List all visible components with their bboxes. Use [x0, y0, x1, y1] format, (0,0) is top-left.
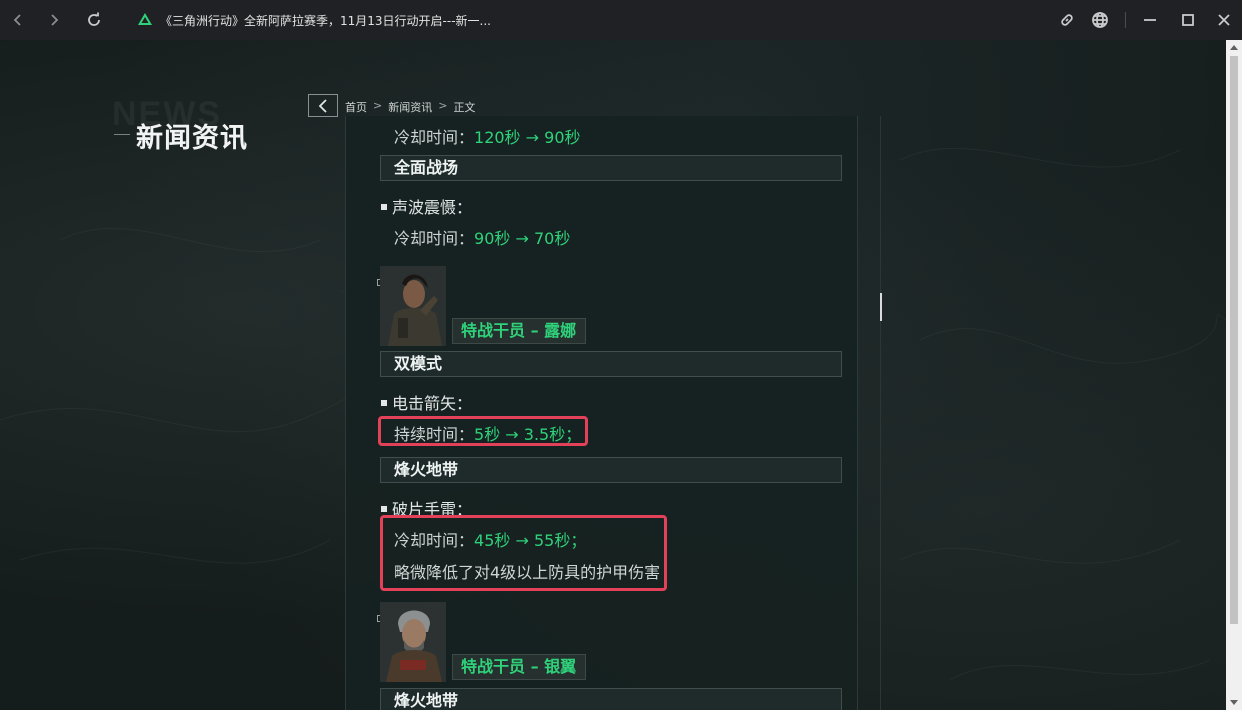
- stat-label: 冷却时间：: [394, 229, 475, 248]
- operator-portrait: [380, 602, 446, 682]
- operator-luna-portrait-image: [380, 266, 446, 346]
- reload-icon[interactable]: [82, 8, 106, 32]
- breadcrumb-current: 正文: [453, 101, 476, 114]
- operator-tag: 特战干员 – 银翼: [452, 654, 586, 680]
- scroll-up-icon[interactable]: [1230, 45, 1238, 50]
- note-line: 略微降低了对4级以上防具的护甲伤害: [394, 563, 661, 582]
- skill-label: 电击箭矢：: [392, 394, 473, 413]
- favicon: [138, 13, 152, 25]
- globe-icon[interactable]: [1088, 8, 1112, 32]
- skill-name: 电击箭矢：: [381, 390, 472, 414]
- link-icon[interactable]: [1055, 8, 1079, 32]
- breadcrumb-separator: >: [373, 99, 383, 112]
- stat-value: 90秒 → 70秒: [474, 229, 571, 248]
- stat-value: 45秒 → 55秒；: [474, 531, 587, 550]
- stat-label: 持续时间：: [394, 425, 475, 444]
- article-panel: 冷却时间：120秒 → 90秒 全面战场 声波震慑： 冷却时间：90秒 → 70…: [345, 116, 858, 710]
- section-label: 双模式: [380, 351, 842, 377]
- tab-title: 《三角洲行动》全新阿萨拉赛季，11月13日行动开启---新一...: [160, 14, 491, 28]
- text-cursor: [880, 293, 882, 321]
- close-icon[interactable]: [1212, 8, 1236, 32]
- maximize-icon[interactable]: [1176, 8, 1200, 32]
- page-scrollbar[interactable]: [1226, 40, 1242, 710]
- bullet-icon: [381, 505, 387, 512]
- stat-value: 120秒 → 90秒: [474, 128, 581, 147]
- operator-tag: 特战干员 – 露娜: [452, 318, 586, 344]
- bullet-icon: [381, 399, 387, 406]
- section-label: 全面战场: [380, 155, 842, 181]
- cooldown-line: 冷却时间：90秒 → 70秒: [394, 225, 570, 249]
- stat-value: 5秒 → 3.5秒；: [474, 425, 582, 444]
- duration-line: 持续时间：5秒 → 3.5秒；: [394, 421, 581, 445]
- skill-name: 声波震慑：: [381, 194, 472, 218]
- back-button[interactable]: [308, 94, 338, 117]
- back-icon[interactable]: [6, 8, 30, 32]
- scroll-thumb[interactable]: [1230, 56, 1238, 624]
- operator-silverwing-portrait-image: [380, 602, 446, 682]
- bullet-icon: [381, 203, 387, 210]
- minimize-icon[interactable]: [1138, 8, 1162, 32]
- breadcrumb: 首页 > 新闻资讯 > 正文: [345, 99, 475, 115]
- stat-label: 冷却时间：: [394, 128, 475, 147]
- heading-dash: [114, 134, 130, 135]
- chevron-left-icon: [318, 98, 327, 113]
- browser-titlebar: 《三角洲行动》全新阿萨拉赛季，11月13日行动开启---新一...: [0, 0, 1242, 41]
- content-divider: [880, 116, 881, 710]
- page-viewport: NEWS 新闻资讯 首页 > 新闻资讯 > 正文 冷却时间：120秒 → 90秒…: [0, 40, 1226, 710]
- operator-portrait: [380, 266, 446, 346]
- cooldown-line: 冷却时间：45秒 → 55秒；: [394, 527, 586, 551]
- breadcrumb-news[interactable]: 新闻资讯: [388, 99, 432, 115]
- stat-label: 冷却时间：: [394, 531, 475, 550]
- scroll-down-icon[interactable]: [1230, 700, 1238, 705]
- section-label: 烽火地带: [380, 688, 842, 710]
- page-title: 新闻资讯: [136, 123, 248, 154]
- forward-icon[interactable]: [42, 8, 66, 32]
- breadcrumb-home[interactable]: 首页: [345, 99, 367, 115]
- section-label: 烽火地带: [380, 457, 842, 483]
- breadcrumb-separator: >: [438, 99, 448, 112]
- skill-label: 声波震慑：: [392, 198, 473, 217]
- cooldown-line: 冷却时间：120秒 → 90秒: [394, 124, 581, 148]
- toolbar-divider: [1125, 12, 1126, 28]
